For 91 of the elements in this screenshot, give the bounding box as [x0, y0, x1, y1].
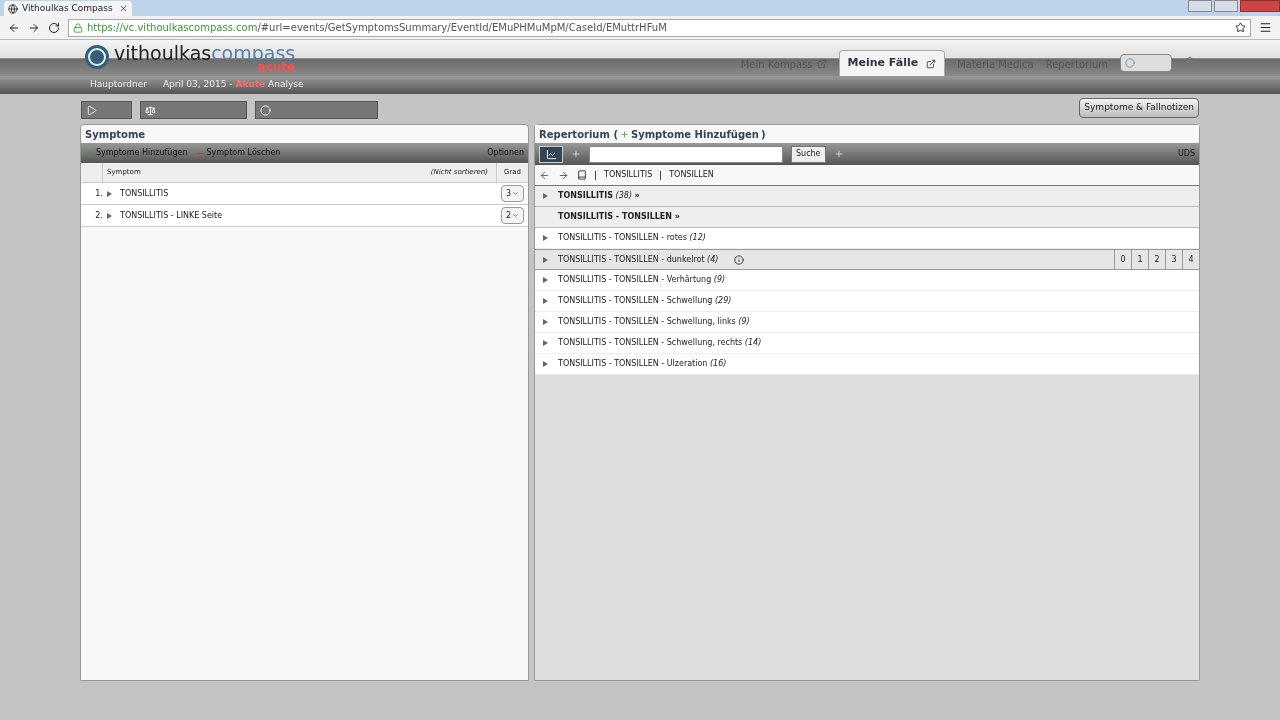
balance-button[interactable] — [140, 101, 247, 119]
user-button[interactable] — [1120, 54, 1172, 72]
chart-toggle-button[interactable] — [539, 145, 563, 163]
forward-icon[interactable] — [28, 21, 40, 34]
rubric-row[interactable]: TONSILLITIS - TONSILLEN - Schwellung (29) — [535, 291, 1199, 312]
nav-tab[interactable]: Meine Fälle — [838, 50, 946, 76]
add-icon[interactable] — [571, 149, 581, 159]
rubric-text: TONSILLITIS - TONSILLEN - Schwellung (29) — [558, 295, 732, 307]
options-link[interactable]: Optionen — [487, 147, 524, 159]
add-icon — [619, 129, 629, 139]
symptom-name: TONSILLITIS - LINKE Seite — [119, 209, 224, 222]
compass-logo-icon — [84, 43, 110, 70]
external-link-icon — [926, 58, 937, 69]
rubric-row[interactable]: TONSILLITIS - TONSILLEN - rotes (12) — [535, 228, 1199, 249]
expand-arrow-icon[interactable] — [543, 235, 548, 241]
search-field[interactable] — [589, 145, 783, 163]
grade-button[interactable]: 1 — [1131, 250, 1148, 269]
play-button[interactable] — [81, 101, 132, 119]
add-icon — [85, 148, 94, 158]
favicon-icon — [8, 3, 18, 14]
add-icon[interactable] — [833, 149, 844, 159]
path-item[interactable]: TONSILLITIS — [604, 169, 653, 181]
forward-icon[interactable] — [558, 169, 569, 181]
panel-title: Repertorium ( Symptome Hinzufügen ) — [535, 125, 1199, 143]
expand-arrow-icon[interactable] — [543, 256, 548, 263]
row-number: 2. — [94, 209, 103, 222]
rubric-row[interactable]: TONSILLITIS - TONSILLEN » — [535, 207, 1199, 228]
address-bar[interactable]: https://vc.vithoulkascompass.com/#url=events/GetSymptomsSummary/EventId/EMuPHMuMpM/CaseId/EMuttrHFuM — [68, 18, 1251, 37]
rubric-text: TONSILLITIS - TONSILLEN » — [558, 211, 680, 223]
rubric-row[interactable]: TONSILLITIS - TONSILLEN - Ulzeration (16) — [535, 354, 1199, 375]
reload-icon[interactable] — [48, 21, 60, 34]
rubric-text: TONSILLITIS - TONSILLEN - Verhärtung (9) — [558, 274, 726, 286]
grade-button[interactable]: 3 — [1165, 250, 1182, 269]
caret-icon — [512, 190, 520, 197]
grade-button[interactable]: 4 — [1182, 250, 1199, 269]
rubric-row[interactable]: TONSILLITIS - TONSILLEN - dunkelrot (4) 0 1 2 3 4 — [535, 249, 1199, 270]
rubric-row[interactable]: TONSILLITIS (38) » — [535, 186, 1199, 207]
expand-arrow-icon[interactable] — [543, 319, 548, 325]
expand-arrow-icon[interactable] — [107, 212, 112, 219]
caret-icon — [512, 212, 520, 219]
rubric-text: TONSILLITIS (38) » — [558, 190, 640, 202]
grade-button[interactable]: 0 — [1114, 250, 1131, 269]
maximize-button[interactable] — [1214, 0, 1238, 12]
notes-button[interactable]: Symptome & Fallnotizen — [1079, 98, 1199, 118]
rubric-row[interactable]: TONSILLITIS - TONSILLEN - Schwellung, rechts (14) — [535, 333, 1199, 354]
info-icon[interactable] — [734, 254, 745, 265]
external-link-icon — [816, 59, 827, 69]
expand-arrow-icon[interactable] — [107, 190, 112, 197]
scale-icon — [145, 104, 156, 116]
line-chart-icon — [545, 148, 557, 160]
user-icon — [1125, 58, 1135, 68]
expand-arrow-icon[interactable] — [543, 361, 548, 367]
logo-subtitle: acute — [257, 60, 296, 73]
back-icon[interactable] — [8, 21, 20, 34]
grade-select[interactable]: 3 — [501, 185, 524, 202]
rings-icon — [260, 104, 271, 116]
url-text: https://vc.vithoulkascompass.com/#url=events/GetSymptomsSummary/EventId/EMuPHMuMpM/CaseId/EMuttrHFuM — [87, 21, 667, 35]
minimize-button[interactable] — [1188, 0, 1212, 12]
grade-select[interactable]: 2 — [501, 207, 524, 224]
panel-title: Symptome — [84, 127, 147, 142]
play-icon — [86, 104, 97, 116]
breadcrumb-link[interactable]: Hauptordner — [90, 78, 147, 92]
logo-text: vithoulkascompass — [114, 43, 296, 63]
delete-symptom-link[interactable]: Symptom Löschen — [195, 147, 281, 159]
expand-arrow-icon[interactable] — [543, 277, 548, 283]
back-icon[interactable] — [539, 169, 550, 181]
add-symptoms-link[interactable]: Symptome Hinzufügen — [630, 126, 759, 142]
symptom-name: TONSILLITIS — [119, 187, 170, 200]
rubric-text: TONSILLITIS - TONSILLEN - rotes (12) — [558, 232, 706, 244]
uds-label[interactable]: UDS — [1177, 148, 1195, 160]
menu-icon[interactable] — [1259, 21, 1272, 34]
lock-icon — [73, 22, 83, 33]
search-button[interactable]: Suche — [791, 145, 826, 163]
rubric-text: TONSILLITIS - TONSILLEN - Ulzeration (16) — [558, 358, 727, 370]
add-symptom-link[interactable]: Symptome Hinzufügen — [85, 147, 188, 159]
expand-arrow-icon[interactable] — [543, 193, 548, 199]
expand-arrow-icon[interactable] — [543, 298, 548, 304]
rubric-text: TONSILLITIS - TONSILLEN - Schwellung, rechts (14) — [558, 337, 762, 349]
rubric-row[interactable]: TONSILLITIS - TONSILLEN - Verhärtung (9) — [535, 270, 1199, 291]
bookmark-star-icon[interactable] — [1235, 22, 1246, 33]
book-icon[interactable] — [577, 170, 587, 180]
rubric-row[interactable]: TONSILLITIS - TONSILLEN - Schwellung, links (9) — [535, 312, 1199, 333]
breadcrumb-date: April 03, 2015 - Akute Analyse — [162, 78, 304, 92]
path-item[interactable]: TONSILLEN — [669, 169, 714, 181]
browser-tab[interactable]: Vithoulkas Compass — [4, 1, 132, 16]
row-number: 1. — [94, 187, 103, 200]
close-icon — [119, 4, 128, 13]
rubric-text: TONSILLITIS - TONSILLEN - dunkelrot (4) — [558, 253, 719, 266]
rubric-text: TONSILLITIS - TONSILLEN - Schwellung, links (9) — [558, 316, 750, 328]
expand-arrow-icon[interactable] — [543, 340, 548, 346]
grade-button[interactable]: 2 — [1148, 250, 1165, 269]
